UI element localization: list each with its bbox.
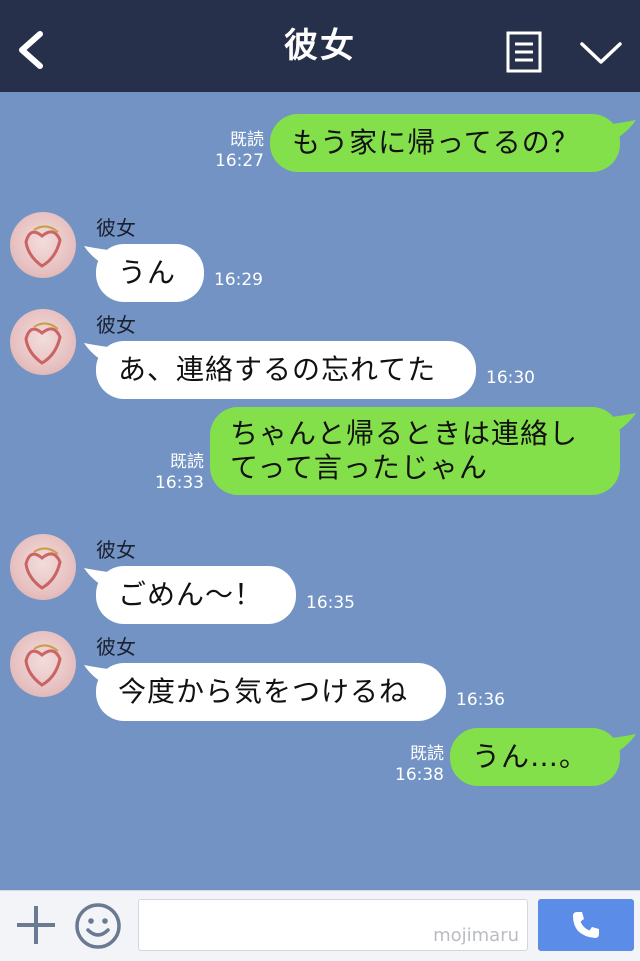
avatar[interactable] [10, 534, 76, 600]
read-status: 既読 16:33 [155, 452, 204, 493]
phone-icon [573, 912, 599, 938]
bubble-tail [612, 734, 636, 754]
avatar[interactable] [10, 212, 76, 278]
chat-title: 彼女 [284, 26, 356, 66]
plus-icon[interactable] [14, 903, 58, 947]
read-status: 既読 16:38 [395, 744, 444, 785]
message-time: 16:29 [214, 270, 263, 290]
watermark: mojimaru [433, 925, 519, 946]
input-bar: mojimaru [0, 890, 640, 961]
bubble-tail [612, 413, 636, 433]
sender-name: 彼女 [96, 538, 136, 562]
her-message-bubble[interactable]: ごめん〜！ [96, 566, 296, 624]
call-button[interactable] [538, 899, 634, 951]
chat-header: 彼女 [0, 0, 640, 92]
her-message-bubble[interactable]: うん [96, 244, 204, 302]
message-time: 16:30 [486, 368, 535, 388]
sender-name: 彼女 [96, 313, 136, 337]
emoji-icon[interactable] [74, 902, 122, 950]
my-message-bubble[interactable]: うん…。 [450, 728, 620, 786]
my-message-bubble[interactable]: もう家に帰ってるの？ [270, 114, 620, 172]
message-time: 16:36 [456, 690, 505, 710]
avatar[interactable] [10, 309, 76, 375]
bubble-tail [612, 120, 636, 140]
message-input[interactable]: mojimaru [138, 899, 528, 951]
message-time: 16:35 [306, 593, 355, 613]
read-status: 既読 16:27 [215, 130, 264, 171]
chevron-down-icon[interactable] [578, 38, 624, 68]
my-message-bubble[interactable]: ちゃんと帰るときは連絡してって言ったじゃん [210, 407, 620, 495]
avatar[interactable] [10, 631, 76, 697]
her-message-bubble[interactable]: 今度から気をつけるね [96, 663, 446, 721]
notes-icon[interactable] [506, 31, 542, 73]
sender-name: 彼女 [96, 216, 136, 240]
her-message-bubble[interactable]: あ、連絡するの忘れてた [96, 341, 476, 399]
chat-area[interactable]: 既読 16:27 もう家に帰ってるの？ 彼女 うん 16:29 彼女 あ、連絡する… [0, 92, 640, 890]
sender-name: 彼女 [96, 635, 136, 659]
